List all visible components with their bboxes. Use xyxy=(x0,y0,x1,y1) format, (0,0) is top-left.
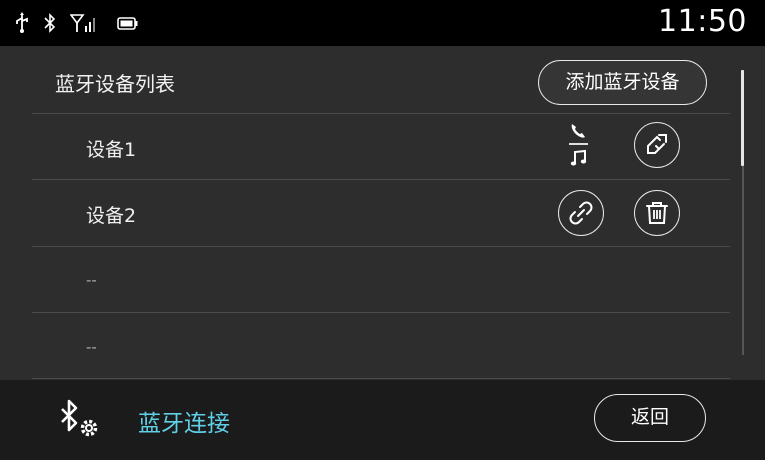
bluetooth-screen: 11:50 蓝牙设备列表 添加蓝牙设备 设备1 设备2 -- -- 蓝牙连接 返… xyxy=(0,0,765,460)
empty-slot-placeholder: -- xyxy=(86,271,97,289)
divider xyxy=(32,378,730,379)
disconnect-button[interactable] xyxy=(634,122,680,168)
back-button[interactable]: 返回 xyxy=(594,394,706,442)
music-icon xyxy=(570,149,587,166)
list-title: 蓝牙设备列表 xyxy=(55,72,175,96)
divider xyxy=(32,113,730,114)
screen-title: 蓝牙连接 xyxy=(138,411,230,437)
add-bluetooth-device-button[interactable]: 添加蓝牙设备 xyxy=(538,60,707,105)
battery-icon xyxy=(117,17,138,30)
device-name: 设备2 xyxy=(86,205,137,227)
empty-slot-placeholder: -- xyxy=(86,338,97,356)
connect-button[interactable] xyxy=(558,190,604,236)
usb-icon xyxy=(16,12,28,33)
clock-time: 11:50 xyxy=(658,4,747,39)
disconnect-icon xyxy=(647,134,667,154)
icon-separator xyxy=(569,143,588,145)
scrollbar-thumb[interactable] xyxy=(741,70,744,166)
bluetooth-settings-icon xyxy=(61,399,98,437)
divider xyxy=(32,246,730,247)
connect-link-icon xyxy=(569,201,593,225)
signal-icon xyxy=(70,14,95,32)
bottom-bar: 蓝牙连接 返回 xyxy=(0,380,765,460)
device-name: 设备1 xyxy=(86,139,137,161)
status-bar: 11:50 xyxy=(0,0,765,46)
divider xyxy=(32,312,730,313)
bluetooth-icon xyxy=(44,13,56,33)
device-list-panel: 蓝牙设备列表 添加蓝牙设备 设备1 设备2 -- -- xyxy=(0,46,765,380)
delete-icon xyxy=(646,202,668,224)
phone-icon xyxy=(571,124,585,138)
divider xyxy=(32,179,730,180)
delete-button[interactable] xyxy=(634,190,680,236)
